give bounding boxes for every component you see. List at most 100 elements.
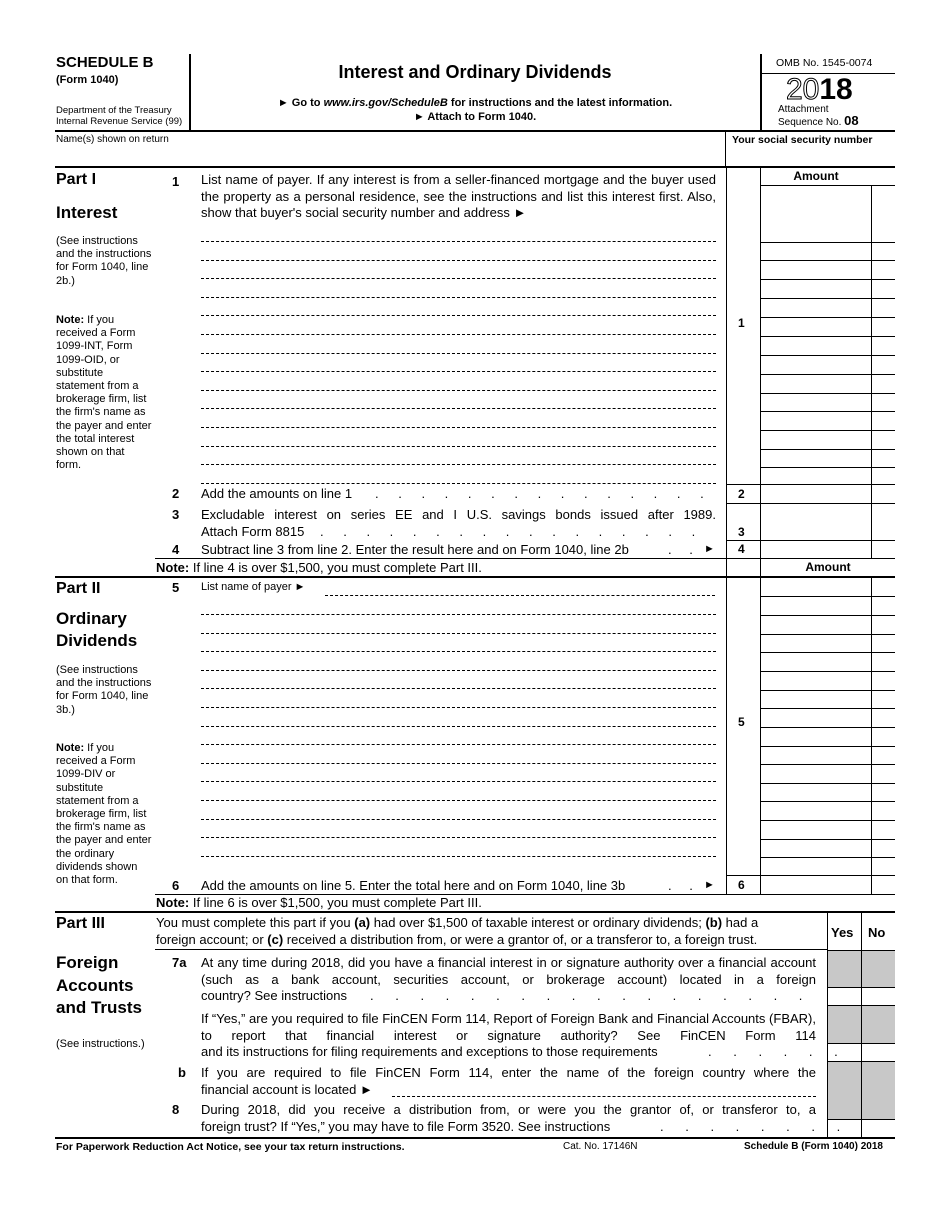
line-4-box-number: 4 — [738, 542, 745, 556]
part-2-note: Note: If you received a Form 1099-DIV or… — [56, 742, 152, 887]
line-1-amount[interactable] — [761, 468, 871, 484]
line-5-amount[interactable] — [761, 635, 871, 652]
part-2-title-line-1: Ordinary — [56, 609, 127, 628]
line-1-amount[interactable] — [761, 187, 871, 242]
line-5-amount[interactable] — [761, 821, 871, 839]
line-1-amount[interactable] — [761, 394, 871, 411]
payer-line — [201, 762, 716, 764]
line-5-payer-field[interactable] — [201, 765, 716, 781]
line-3-number: 3 — [172, 507, 180, 522]
line-1-amount[interactable] — [761, 299, 871, 317]
irs-link[interactable]: www.irs.gov/ScheduleB — [324, 97, 448, 109]
line-5-payer-field[interactable] — [201, 598, 716, 613]
line-1-amount[interactable] — [761, 356, 871, 374]
line-1-text: List name of payer. If any interest is f… — [201, 172, 716, 220]
line-2-amount[interactable] — [761, 485, 871, 503]
tax-year: 2018 — [785, 73, 852, 106]
line-5-payer-field[interactable] — [201, 728, 716, 744]
line-5-payer-field[interactable] — [201, 746, 716, 762]
line-1-payer-field[interactable] — [201, 318, 716, 333]
line-1-payer-field[interactable] — [201, 429, 716, 445]
foreign-country-field[interactable] — [390, 1081, 816, 1097]
line-1-payer-field[interactable] — [201, 466, 716, 482]
intro-b: (b) — [705, 915, 723, 930]
line-1-payer-field[interactable] — [201, 448, 716, 464]
ssn-field[interactable] — [730, 146, 895, 166]
line-1-amount[interactable] — [761, 450, 871, 467]
line-5-amount[interactable] — [761, 616, 871, 634]
line-5-payer-field[interactable] — [201, 802, 716, 818]
line-5-amount[interactable] — [761, 765, 871, 783]
line-5-payer-field[interactable] — [201, 653, 716, 669]
line-1-amount[interactable] — [761, 318, 871, 336]
line-5-amount[interactable] — [761, 672, 871, 690]
catalog-number: Cat. No. 17146N — [563, 1141, 638, 1152]
line-1-amount[interactable] — [761, 337, 871, 355]
line-5-payer-field[interactable] — [201, 709, 716, 725]
line-5-payer-field[interactable] — [201, 821, 716, 837]
line-7a-fbar-text-last: and its instructions for filing requirem… — [201, 1044, 658, 1059]
line-5-payer-field[interactable] — [201, 784, 716, 799]
line-1-payer-field[interactable] — [201, 262, 716, 278]
line-1-amount[interactable] — [761, 261, 871, 279]
line-5-payer-field[interactable] — [201, 635, 716, 651]
attachment-sequence: Attachment Sequence No. 08 — [778, 104, 859, 128]
line-1-payer-field[interactable] — [201, 299, 716, 315]
line-6-amount[interactable] — [761, 876, 871, 894]
form-reference: Schedule B (Form 1040) 2018 — [744, 1141, 883, 1152]
line-6-leader: . . — [668, 878, 700, 893]
part-3-intro: You must complete this part if you (a) h… — [156, 915, 826, 948]
part-1-see-instructions: (See instructions and the instructions f… — [56, 235, 152, 287]
line-1-payer-field[interactable] — [201, 392, 716, 408]
payer-line — [201, 296, 716, 298]
line-2-text: Add the amounts on line 1 — [201, 486, 353, 501]
line-5-payer-field[interactable] — [201, 839, 716, 855]
line-1-payer-field[interactable] — [201, 336, 716, 352]
line-1-payer-field[interactable] — [201, 411, 716, 426]
part-2-title-line-2: Dividends — [56, 631, 138, 650]
line-5-payer-field[interactable] — [201, 616, 716, 632]
line-5-amount[interactable] — [761, 747, 871, 764]
payer-line — [201, 781, 716, 783]
line-5-amount[interactable] — [761, 691, 871, 708]
line-5-amount[interactable] — [761, 597, 871, 615]
shaded-cell — [828, 1006, 861, 1043]
form-reference-text: Schedule B (Form 1040) — [744, 1141, 861, 1152]
line-5-amount[interactable] — [761, 728, 871, 746]
line-5-payer-field[interactable] — [201, 691, 716, 706]
line-1-amount[interactable] — [761, 431, 871, 449]
names-field[interactable] — [56, 146, 724, 166]
line-4-number: 4 — [172, 542, 180, 557]
line-5-box-number: 5 — [738, 715, 745, 729]
payer-line — [201, 241, 716, 242]
line-5-amount[interactable] — [761, 784, 871, 801]
payer-line — [201, 259, 716, 261]
line-5-amount[interactable] — [761, 709, 871, 727]
line-4-text: Subtract line 3 from line 2. Enter the r… — [201, 542, 629, 557]
line-1-payer-field[interactable] — [201, 243, 716, 259]
line-1-payer-field[interactable] — [201, 225, 716, 240]
line-1-amount[interactable] — [761, 243, 871, 260]
intro-text: had a — [722, 915, 759, 930]
line-5-amount[interactable] — [761, 858, 871, 875]
line-1-amount[interactable] — [761, 375, 871, 393]
payer-line — [201, 707, 716, 708]
line-1-payer-field[interactable] — [201, 280, 716, 296]
line-7b-number: b — [178, 1065, 186, 1080]
line-3-amount[interactable] — [761, 522, 871, 540]
line-5-amount[interactable] — [761, 802, 871, 820]
line-1-amount[interactable] — [761, 412, 871, 430]
line-5-amount[interactable] — [761, 840, 871, 857]
line-1-amount[interactable] — [761, 280, 871, 298]
line-1-payer-field[interactable] — [201, 355, 716, 371]
line-5-amount[interactable] — [761, 578, 871, 596]
note-label: Note: — [56, 742, 85, 754]
line-5-number: 5 — [172, 580, 180, 595]
part-2-amount-header: Amount — [805, 560, 851, 574]
line-5-payer-field[interactable] — [201, 672, 716, 688]
note-label: Note: — [156, 560, 190, 575]
line-1-payer-field[interactable] — [201, 373, 716, 389]
line-5-amount[interactable] — [761, 653, 871, 671]
line-4-amount[interactable] — [761, 541, 871, 558]
line-7b-text-last: financial account is located ► — [201, 1082, 373, 1097]
